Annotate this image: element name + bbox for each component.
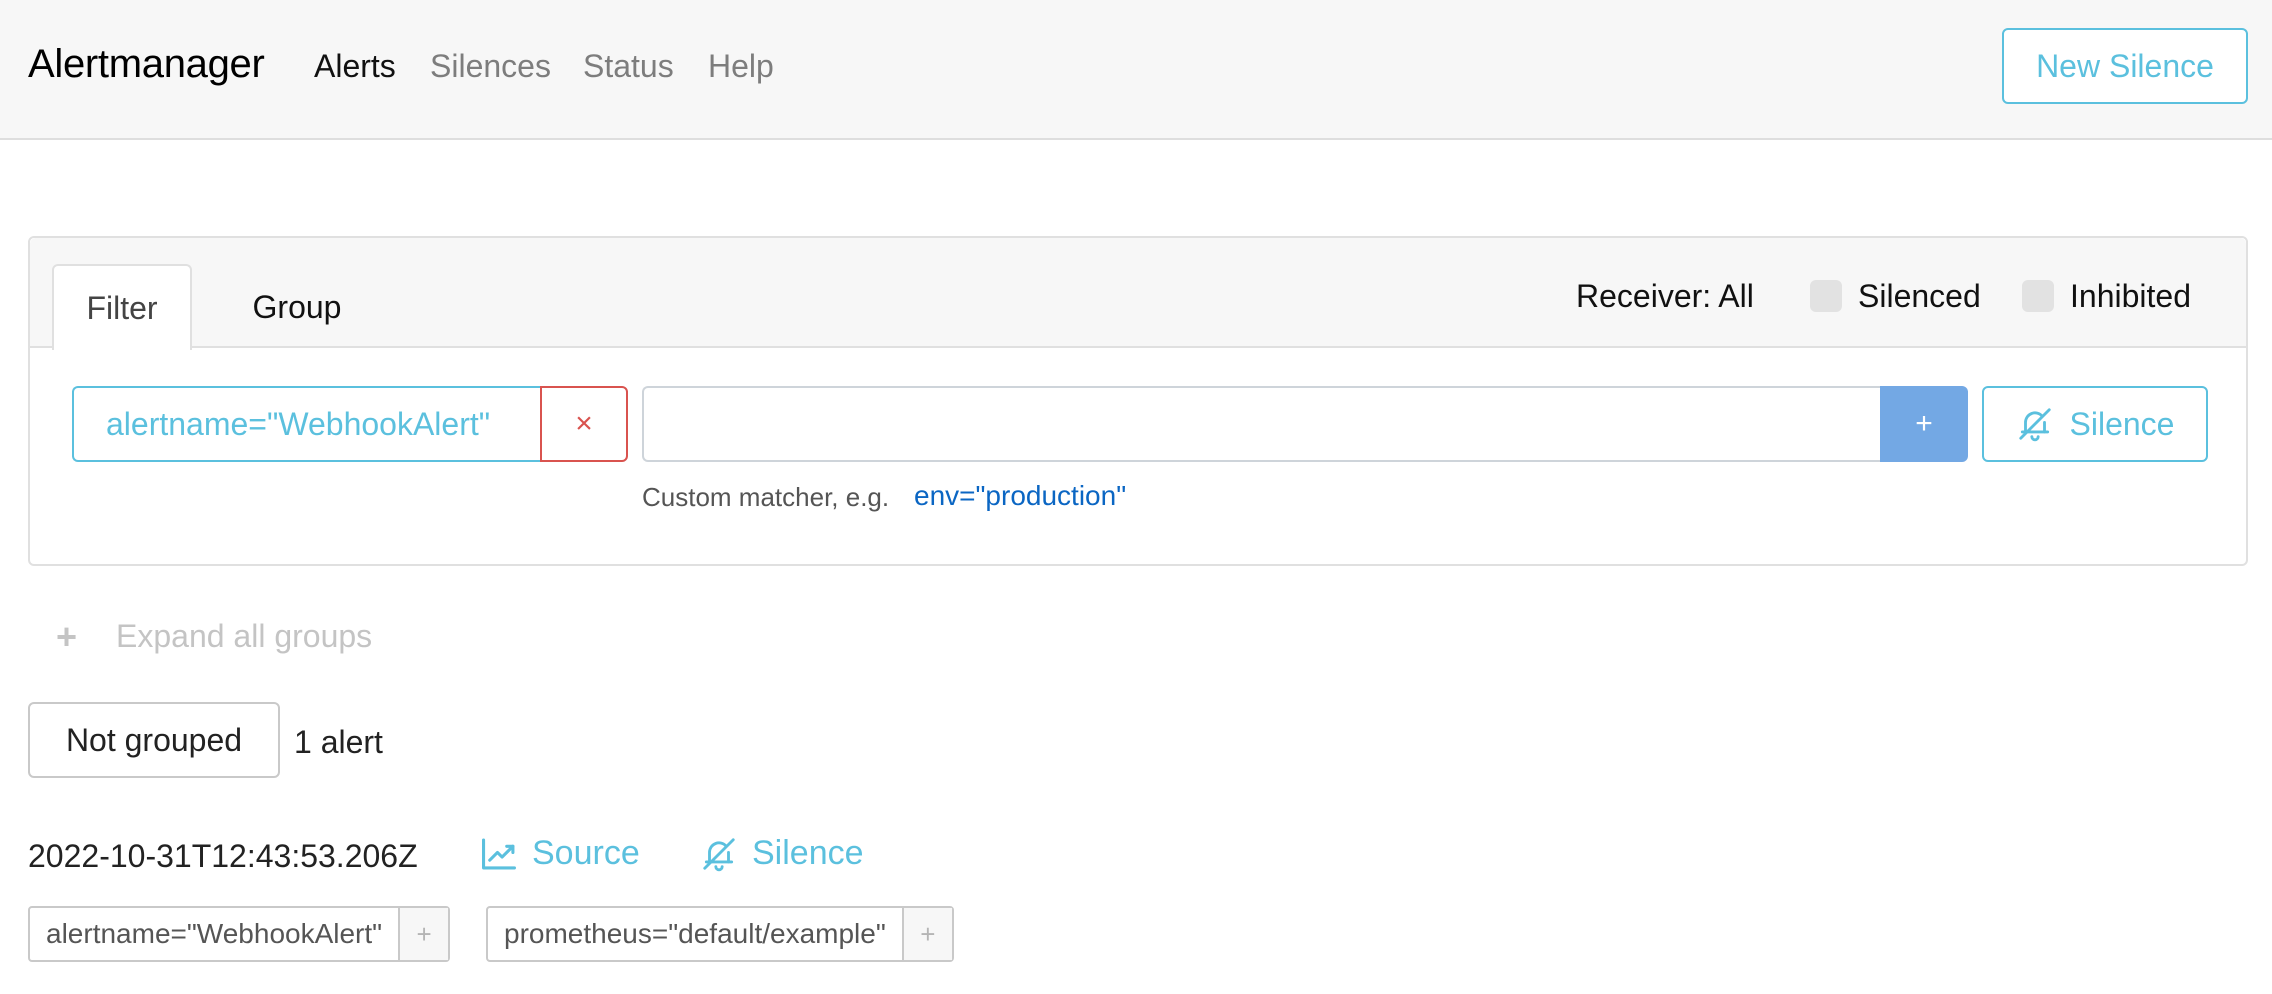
- source-label: Source: [532, 834, 640, 872]
- silence-filter-button[interactable]: Silence: [1982, 386, 2208, 462]
- bell-slash-icon: [2016, 405, 2054, 443]
- nav-silences[interactable]: Silences: [430, 48, 551, 85]
- plus-icon: +: [920, 918, 936, 949]
- expand-all-groups-button[interactable]: Expand all groups: [116, 618, 372, 655]
- source-link[interactable]: Source: [480, 834, 640, 873]
- silence-alert-link[interactable]: Silence: [700, 834, 864, 873]
- add-label-filter-button[interactable]: +: [901, 908, 952, 960]
- close-icon: ×: [575, 407, 593, 440]
- custom-matcher-example: env="production": [914, 480, 1127, 511]
- nav-alerts[interactable]: Alerts: [314, 48, 396, 85]
- plus-icon: +: [56, 616, 78, 657]
- alert-label-text[interactable]: prometheus="default/example": [488, 908, 902, 960]
- navbar: Alertmanager Alerts Silences Status Help…: [0, 0, 2272, 140]
- tab-filter[interactable]: Filter: [52, 264, 192, 350]
- alert-count: 1 alert: [294, 724, 383, 760]
- alert-label-chip: prometheus="default/example" +: [486, 906, 954, 962]
- silence-alert-label: Silence: [752, 834, 864, 872]
- silenced-label: Silenced: [1858, 278, 1981, 314]
- inhibited-checkbox[interactable]: [2022, 280, 2054, 312]
- add-label-filter-button[interactable]: +: [398, 908, 449, 960]
- silence-filter-label: Silence: [2069, 405, 2175, 442]
- chart-line-icon: [480, 837, 518, 871]
- nav-help[interactable]: Help: [708, 48, 774, 85]
- active-matcher-chip[interactable]: alertname="WebhookAlert": [72, 386, 542, 462]
- remove-matcher-button[interactable]: ×: [540, 386, 628, 462]
- alert-label-chip: alertname="WebhookAlert" +: [28, 906, 451, 962]
- plus-icon: +: [1915, 407, 1933, 440]
- tab-group[interactable]: Group: [222, 264, 372, 350]
- group-toggle-button[interactable]: Not grouped: [28, 702, 280, 778]
- receiver-selector[interactable]: Receiver: All: [1576, 278, 1754, 315]
- custom-matcher-hint: Custom matcher, e.g.: [642, 482, 890, 512]
- new-silence-button[interactable]: New Silence: [2002, 28, 2248, 104]
- plus-icon: +: [416, 918, 432, 949]
- alert-timestamp: 2022-10-31T12:43:53.206Z: [28, 838, 418, 874]
- filter-card-header: Filter Group Receiver: All Silenced Inhi…: [30, 238, 2246, 350]
- silenced-checkbox[interactable]: [1810, 280, 1842, 312]
- bell-slash-icon: [700, 835, 738, 873]
- nav-status[interactable]: Status: [583, 48, 674, 85]
- brand-logo[interactable]: Alertmanager: [28, 42, 265, 87]
- alert-label-text[interactable]: alertname="WebhookAlert": [30, 908, 398, 960]
- inhibited-label: Inhibited: [2070, 278, 2191, 314]
- add-matcher-button[interactable]: +: [1880, 386, 1968, 462]
- custom-matcher-input[interactable]: [642, 386, 1882, 462]
- filter-card: Filter Group Receiver: All Silenced Inhi…: [28, 236, 2248, 566]
